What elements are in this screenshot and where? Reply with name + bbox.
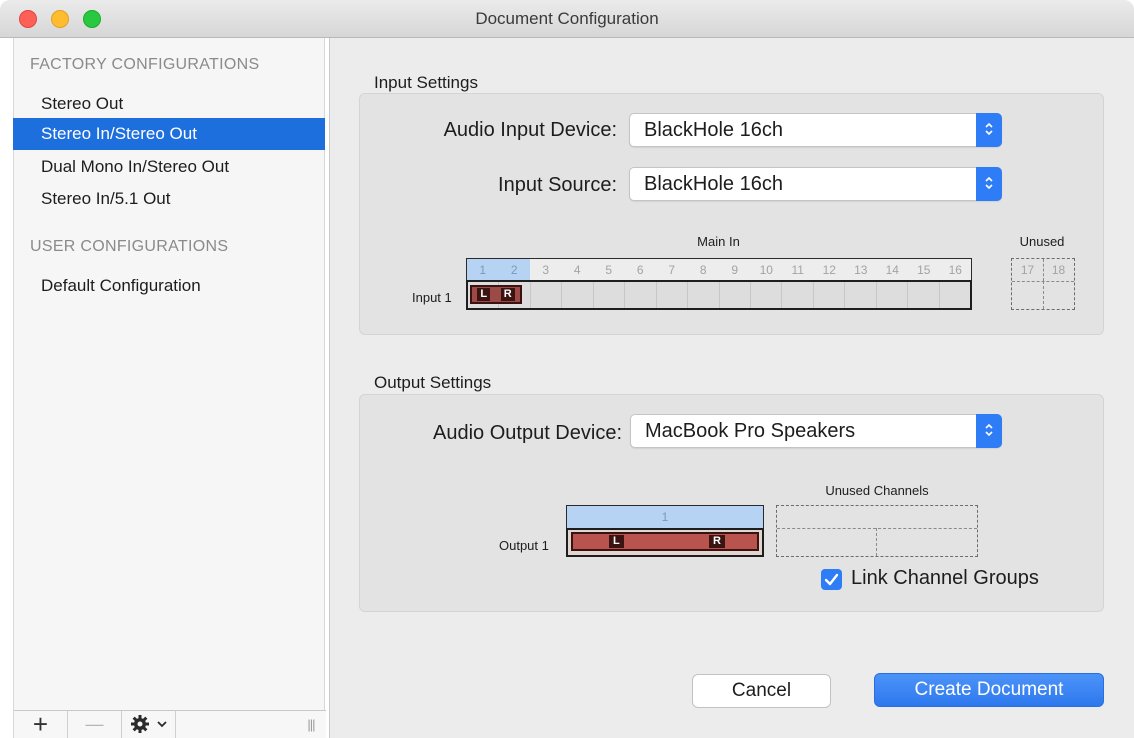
resize-handle-icon[interactable]: ||| bbox=[296, 711, 326, 738]
unused-channels-box: 17 18 bbox=[1011, 258, 1075, 310]
sidebar-item-stereo-in-5-1-out[interactable]: Stereo In/5.1 Out bbox=[13, 183, 325, 215]
input-channel-number: 2 bbox=[498, 259, 530, 280]
audio-input-device-value: BlackHole 16ch bbox=[644, 119, 783, 141]
output-settings-title: Output Settings bbox=[374, 373, 492, 392]
gear-icon bbox=[131, 715, 150, 734]
input-channel-number: 14 bbox=[885, 263, 899, 277]
output-row-label: Output 1 bbox=[499, 538, 549, 553]
input-channel-number: 7 bbox=[668, 263, 676, 277]
unused-channel-18: 18 bbox=[1051, 263, 1066, 277]
sidebar-item-stereo-in-stereo-out[interactable]: Stereo In/Stereo Out bbox=[13, 118, 325, 150]
input-channel-number: 6 bbox=[636, 263, 644, 277]
input-channel-slot[interactable] bbox=[908, 282, 940, 308]
input-channel-number: 9 bbox=[731, 263, 739, 277]
unused-channel-17: 17 bbox=[1012, 259, 1044, 281]
link-channel-groups-label[interactable]: Link Channel Groups bbox=[851, 567, 1039, 590]
input-channel-slot[interactable] bbox=[625, 282, 657, 308]
output-settings-box: Audio Output Device: MacBook Pro Speaker… bbox=[359, 394, 1104, 612]
input-channel-number: 1 bbox=[467, 259, 499, 280]
left-channel-badge: L bbox=[609, 535, 624, 548]
input-source-label: Input Source: bbox=[498, 174, 617, 196]
document-configuration-window: Document Configuration FACTORY CONFIGURA… bbox=[0, 0, 1134, 738]
window-title: Document Configuration bbox=[475, 9, 659, 28]
unused-channels-label: Unused Channels bbox=[825, 483, 929, 498]
sidebar-item-dual-mono-in-stereo-out[interactable]: Dual Mono In/Stereo Out bbox=[13, 151, 325, 183]
input-channel-row[interactable] bbox=[466, 280, 972, 310]
input-source-value: BlackHole 16ch bbox=[644, 173, 783, 195]
audio-input-device-label: Audio Input Device: bbox=[443, 119, 617, 141]
right-channel-badge: R bbox=[500, 288, 515, 301]
input-channel-slot[interactable] bbox=[720, 282, 751, 308]
sidebar-toolbar: + — ||| bbox=[14, 710, 326, 738]
input-channel-slot[interactable] bbox=[657, 282, 689, 308]
output-1-channel-chip[interactable]: L R bbox=[571, 532, 759, 551]
audio-output-device-label: Audio Output Device: bbox=[433, 422, 622, 444]
unused-output-channels-box bbox=[776, 505, 978, 557]
input-channel-slot[interactable] bbox=[531, 282, 563, 308]
popup-arrows-icon bbox=[976, 414, 1002, 448]
input-channel-number: 8 bbox=[699, 263, 707, 277]
audio-output-device-value: MacBook Pro Speakers bbox=[645, 420, 856, 442]
input-channel-slot[interactable] bbox=[782, 282, 814, 308]
remove-configuration-button[interactable]: — bbox=[68, 711, 122, 738]
main-in-label: Main In bbox=[697, 234, 740, 249]
input-channel-number: 13 bbox=[854, 263, 868, 277]
title-bar: Document Configuration bbox=[0, 0, 1134, 38]
unused-label: Unused bbox=[1019, 234, 1065, 249]
input-source-popup[interactable]: BlackHole 16ch bbox=[629, 167, 1002, 201]
action-menu-button[interactable] bbox=[122, 711, 176, 738]
input-channel-slot[interactable] bbox=[594, 282, 626, 308]
right-channel-badge: R bbox=[709, 535, 725, 548]
user-configurations-header: USER CONFIGURATIONS bbox=[30, 238, 229, 255]
input-channel-number: 15 bbox=[917, 263, 931, 277]
input-settings-title: Input Settings bbox=[374, 73, 478, 92]
input-settings-box: Audio Input Device: BlackHole 16ch Input… bbox=[359, 93, 1104, 335]
sidebar-item-default-configuration[interactable]: Default Configuration bbox=[13, 270, 325, 302]
chevron-down-icon bbox=[156, 721, 167, 728]
audio-input-device-popup[interactable]: BlackHole 16ch bbox=[629, 113, 1002, 147]
input-channel-slot[interactable] bbox=[814, 282, 846, 308]
sidebar: FACTORY CONFIGURATIONS Stereo Out Stereo… bbox=[0, 38, 330, 738]
factory-configurations-header: FACTORY CONFIGURATIONS bbox=[30, 56, 260, 73]
input-1-channel-chip[interactable]: L R bbox=[470, 285, 522, 304]
create-document-button[interactable]: Create Document bbox=[874, 673, 1104, 707]
input-channel-numbers: 1 2 3 4 5 6 7 8 9 10 11 12 13 14 15 16 bbox=[466, 258, 972, 280]
input-channel-slot[interactable] bbox=[751, 282, 783, 308]
input-channel-number: 4 bbox=[573, 263, 581, 277]
input-row-label: Input 1 bbox=[412, 290, 452, 305]
input-channel-slot[interactable] bbox=[845, 282, 877, 308]
input-channel-slot[interactable] bbox=[877, 282, 909, 308]
input-channel-number: 3 bbox=[542, 263, 550, 277]
popup-arrows-icon bbox=[976, 113, 1002, 147]
popup-arrows-icon bbox=[976, 167, 1002, 201]
input-channel-slot[interactable] bbox=[940, 282, 970, 308]
input-channel-slot[interactable] bbox=[688, 282, 720, 308]
output-channel-number: 1 bbox=[566, 505, 764, 529]
input-channel-number: 16 bbox=[948, 263, 962, 277]
configuration-list: FACTORY CONFIGURATIONS Stereo Out Stereo… bbox=[13, 38, 326, 738]
add-configuration-button[interactable]: + bbox=[14, 711, 68, 738]
left-channel-badge: L bbox=[477, 288, 491, 301]
link-channel-groups-checkbox[interactable] bbox=[821, 569, 842, 590]
output-channel-row[interactable]: L R bbox=[566, 528, 764, 557]
input-channel-number: 5 bbox=[605, 263, 613, 277]
input-channel-number: 10 bbox=[759, 263, 773, 277]
audio-output-device-popup[interactable]: MacBook Pro Speakers bbox=[630, 414, 1002, 448]
cancel-button[interactable]: Cancel bbox=[692, 674, 831, 708]
checkmark-icon bbox=[824, 573, 839, 586]
input-channel-slot[interactable] bbox=[562, 282, 594, 308]
input-channel-number: 11 bbox=[791, 263, 804, 277]
main-panel: Input Settings Audio Input Device: Black… bbox=[330, 38, 1134, 738]
input-channel-number: 12 bbox=[822, 263, 836, 277]
sidebar-item-stereo-out[interactable]: Stereo Out bbox=[13, 88, 325, 120]
